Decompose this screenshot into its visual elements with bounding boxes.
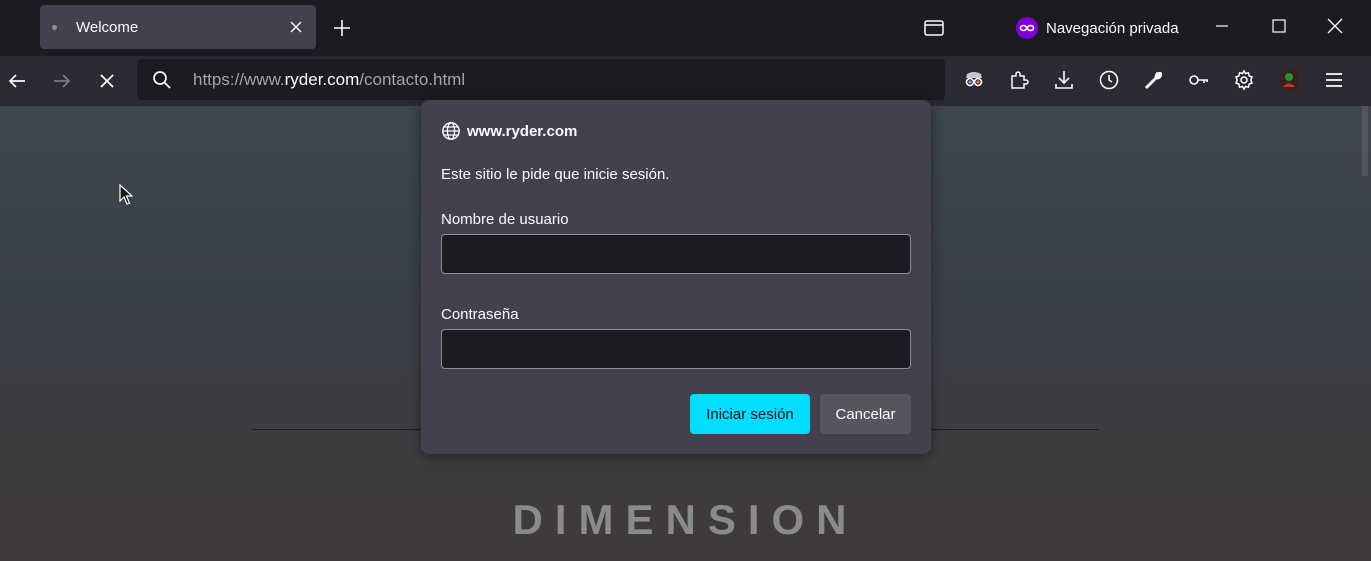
- passwords-key-icon[interactable]: [1187, 68, 1211, 92]
- spy-glasses-extension-icon[interactable]: [962, 68, 986, 92]
- username-input[interactable]: [441, 234, 911, 274]
- http-auth-dialog: www.ryder.com Este sitio le pide que ini…: [421, 100, 931, 454]
- dialog-site-host: www.ryder.com: [467, 122, 578, 140]
- private-browsing-indicator: Navegación privada: [1016, 16, 1179, 40]
- stop-loading-icon[interactable]: [95, 69, 119, 93]
- address-bar[interactable]: https://www.ryder.com/contacto.html: [137, 59, 945, 100]
- hamburger-menu-icon[interactable]: [1322, 68, 1346, 92]
- extensions-puzzle-icon[interactable]: [1007, 68, 1031, 92]
- history-clock-icon[interactable]: [1097, 68, 1121, 92]
- password-input[interactable]: [441, 329, 911, 369]
- maximize-icon[interactable]: [1267, 14, 1291, 38]
- tab-overview-icon[interactable]: [922, 16, 946, 40]
- username-label: Nombre de usuario: [441, 211, 569, 228]
- back-arrow-icon[interactable]: [5, 69, 29, 93]
- site-brand-title: DIMENSION: [512, 496, 859, 543]
- dialog-message: Este sitio le pide que inicie sesión.: [441, 166, 670, 183]
- forward-arrow-icon[interactable]: [50, 69, 74, 93]
- settings-gear-icon[interactable]: [1232, 68, 1256, 92]
- dialog-site: www.ryder.com: [441, 121, 577, 141]
- globe-icon: [442, 122, 460, 140]
- title-bar: Welcome Navegación privada: [0, 0, 1371, 56]
- scrollbar[interactable]: [1362, 106, 1368, 176]
- new-tab-plus-icon[interactable]: [330, 16, 354, 40]
- tab-title: Welcome: [76, 19, 139, 36]
- tab-loading-dot-icon: [52, 25, 57, 30]
- mouse-pointer-icon: [119, 184, 133, 205]
- downloads-icon[interactable]: [1052, 68, 1076, 92]
- minimize-icon[interactable]: [1210, 14, 1234, 38]
- profile-avatar-icon[interactable]: [1277, 68, 1301, 92]
- url-text[interactable]: https://www.ryder.com/contacto.html: [193, 70, 465, 90]
- close-window-icon[interactable]: [1323, 14, 1347, 38]
- password-label: Contraseña: [441, 306, 519, 323]
- sign-in-button[interactable]: Iniciar sesión: [690, 394, 810, 434]
- wrench-tools-icon[interactable]: [1142, 68, 1166, 92]
- close-tab-icon[interactable]: [286, 17, 306, 37]
- private-mask-icon: [1016, 17, 1038, 39]
- navigation-toolbar: https://www.ryder.com/contacto.html: [0, 56, 1371, 106]
- cancel-button[interactable]: Cancelar: [820, 394, 911, 434]
- tab-welcome[interactable]: Welcome: [40, 5, 316, 49]
- search-icon: [153, 71, 171, 89]
- private-label: Navegación privada: [1046, 19, 1179, 37]
